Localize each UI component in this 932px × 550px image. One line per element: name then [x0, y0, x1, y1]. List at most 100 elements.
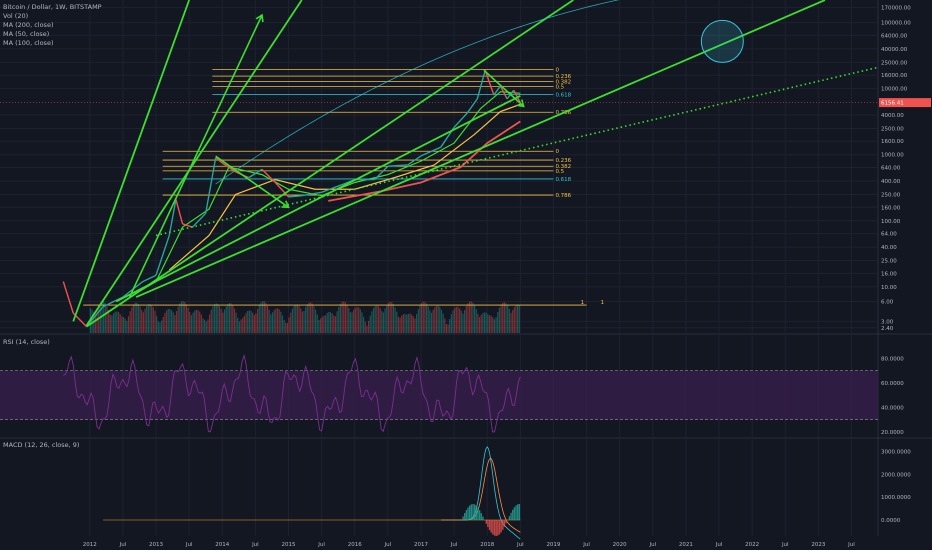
volume-bar — [182, 301, 184, 333]
volume-bar — [457, 306, 459, 333]
volume-bar — [124, 318, 126, 333]
volume-bar — [376, 305, 378, 333]
macd-histogram-bar — [467, 507, 469, 520]
volume-bar — [407, 313, 409, 333]
volume-bar — [210, 309, 212, 333]
volume-bar — [136, 302, 138, 333]
volume-bar — [425, 303, 428, 333]
volume-bar — [429, 310, 431, 333]
price-tick-label: 16.00 — [881, 271, 897, 277]
volume-bar — [344, 302, 347, 333]
volume-bar — [286, 323, 289, 333]
volume-bar — [343, 301, 345, 333]
macd-histogram-bar — [477, 507, 479, 520]
volume-bar — [252, 312, 254, 333]
volume-bar — [131, 307, 133, 333]
price-tick-label: 10000.00 — [881, 87, 908, 93]
price-tick-label: 100000.00 — [881, 21, 911, 27]
volume-bar — [432, 309, 434, 333]
macd-histogram-bar — [490, 520, 492, 533]
volume-bar — [464, 310, 466, 333]
volume-bar — [129, 311, 131, 333]
volume-bar — [454, 307, 456, 333]
volume-bar — [341, 301, 343, 333]
volume-bar — [217, 304, 219, 333]
volume-bar — [502, 302, 504, 333]
volume-bar — [377, 306, 380, 333]
volume-bar — [473, 305, 476, 333]
volume-bar — [444, 318, 446, 333]
volume-bar — [172, 312, 174, 333]
volume-bar — [310, 302, 312, 333]
volume-bar — [126, 320, 128, 333]
volume-bar — [364, 321, 366, 333]
volume-bar — [271, 312, 274, 333]
volume-bar — [179, 303, 181, 333]
volume-bar — [394, 307, 396, 333]
volume-bar — [147, 304, 149, 333]
x-tick-label: 2018 — [480, 542, 494, 548]
fib-high-label: 0 — [555, 68, 559, 74]
volume-bar — [449, 319, 451, 333]
volume-bar — [420, 302, 423, 333]
volume-bar — [225, 306, 227, 333]
volume-bar — [295, 304, 297, 333]
volume-bar — [212, 306, 214, 333]
x-tick-label: Jul — [185, 542, 193, 548]
volume-bar — [278, 309, 280, 333]
x-tick-label: 2021 — [679, 542, 693, 548]
volume-bar — [503, 302, 505, 333]
volume-bar — [114, 311, 116, 333]
volume-bar — [386, 305, 388, 333]
macd-histogram-bar — [478, 510, 481, 520]
volume-bar — [450, 314, 452, 333]
volume-bar — [372, 307, 375, 333]
volume-bar — [161, 320, 163, 333]
price-tick-label: 1600.00 — [881, 139, 904, 145]
x-tick-label: Jul — [582, 542, 590, 548]
volume-bar — [354, 307, 356, 333]
volume-bar — [483, 312, 486, 333]
x-tick-label: Jul — [251, 542, 259, 548]
volume-bar — [495, 317, 497, 333]
volume-bar — [391, 302, 393, 333]
macd-line — [440, 446, 521, 540]
volume-bar — [490, 315, 492, 333]
volume-bar — [291, 308, 294, 333]
macd-histogram-bar — [488, 520, 491, 531]
volume-bar — [374, 306, 376, 333]
volume-bar — [184, 301, 186, 333]
volume-bar — [232, 305, 234, 333]
volume-bar — [369, 315, 371, 333]
volume-bar — [159, 322, 161, 333]
rsi-tick-label: 80.0000 — [881, 356, 904, 362]
volume-bar — [177, 306, 179, 333]
arrow-up — [128, 14, 263, 298]
macd-histogram-bar — [495, 520, 497, 536]
volume-bar — [195, 309, 197, 333]
volume-bar — [204, 319, 206, 333]
volume-bar — [169, 308, 171, 333]
volume-bar — [447, 324, 449, 333]
volume-bar — [250, 311, 252, 333]
volume-bar — [281, 315, 284, 333]
volume-bar — [442, 313, 444, 333]
volume-bar — [460, 310, 462, 333]
volume-bar — [175, 311, 178, 333]
chart-canvas: 2012 Jul 2013 Jul 2014 Jul 2015 Jul 2016 Jul 2017 J… — [0, 0, 932, 548]
volume-bar — [260, 302, 262, 333]
macd-histogram-bar — [500, 520, 502, 533]
volume-bar — [319, 318, 322, 333]
x-tick-label: 2022 — [745, 542, 759, 548]
price-badge-label: 6156.41 — [881, 101, 904, 107]
volume-bar — [507, 305, 509, 333]
volume-bar — [417, 309, 419, 333]
volume-bar — [230, 303, 232, 333]
price-tick-label: 10.00 — [881, 285, 897, 291]
volume-bar — [328, 311, 330, 333]
macd-histogram-bar — [498, 520, 501, 535]
volume-bar — [404, 313, 406, 333]
volume-bar — [422, 301, 424, 333]
volume-bar — [174, 314, 176, 333]
price-segment — [466, 98, 478, 114]
